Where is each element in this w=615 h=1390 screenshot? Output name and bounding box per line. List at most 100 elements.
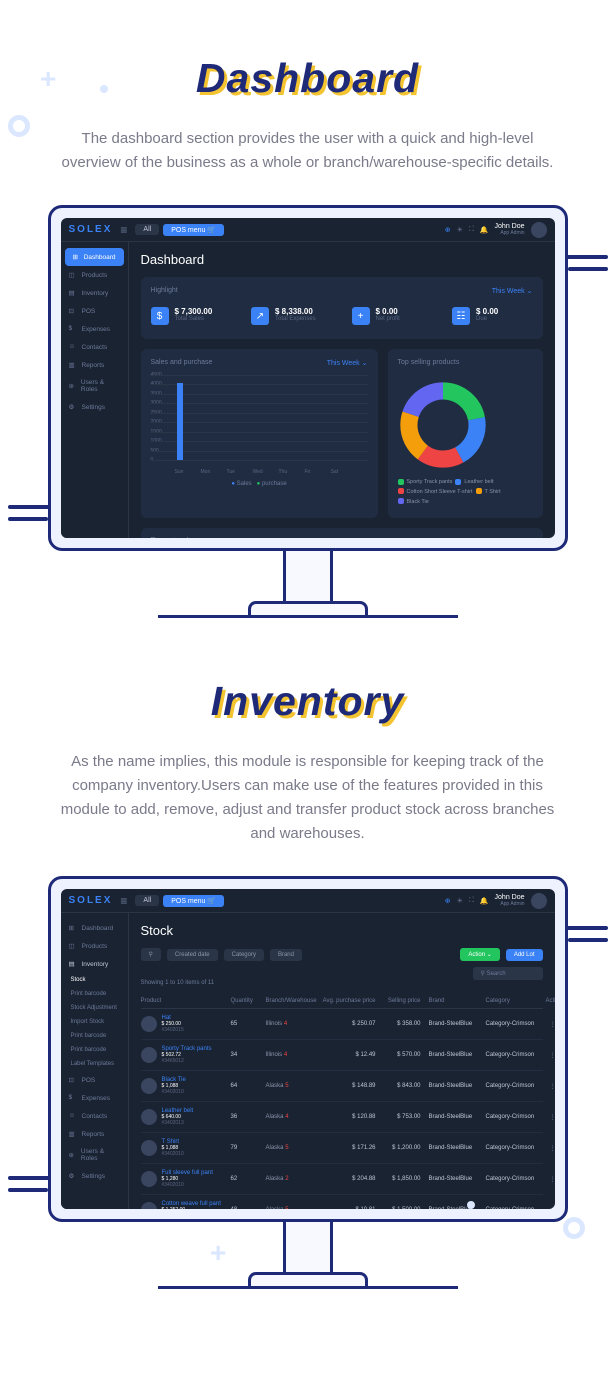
sidebar-item-contacts[interactable]: ☺Contacts — [61, 338, 128, 356]
table-row[interactable]: T Shirt$ 1,088#3402010 79 Alaska 5 $ 171… — [141, 1133, 543, 1164]
top-selling-card: Top selling products Sporty Track pants … — [388, 349, 543, 518]
filter-bar: ⚲ Created date Category Brand Action ⌄ A… — [141, 948, 543, 961]
row-actions-icon[interactable]: ⋮ — [546, 1052, 555, 1059]
inventory-main: Stock ⚲ Created date Category Brand Acti… — [129, 913, 555, 1209]
dollar-icon: $ — [151, 307, 169, 325]
sub-item-stock[interactable]: Stock — [65, 973, 128, 987]
menu-icon[interactable]: ≡ — [120, 223, 127, 237]
list-icon: ☷ — [452, 307, 470, 325]
stock-table: Product Quantity Branch/Warehouse Avg. p… — [141, 994, 543, 1209]
filter-brand[interactable]: Brand — [270, 949, 302, 961]
sidebar-item-contacts[interactable]: ☺Contacts — [61, 1107, 128, 1125]
sidebar-item-inventory[interactable]: ▤Inventory — [61, 955, 128, 973]
showing-text: Showing 1 to 10 items of 11 — [141, 980, 543, 986]
avatar[interactable] — [531, 222, 547, 238]
user-role: App Admin — [495, 230, 525, 236]
dashboard-screen: SOLEX ≡ All POS menu 🛒 ⊕ ☀ ⛶ 🔔 John Doe … — [61, 218, 555, 538]
sidebar-item-dashboard[interactable]: ⊞Dashboard — [61, 919, 128, 937]
user-role: App Admin — [495, 901, 525, 907]
all-filter-button[interactable]: All — [135, 895, 159, 906]
row-actions-icon[interactable]: ⋮ — [546, 1207, 555, 1210]
sub-item-print-barcode-3[interactable]: Print barcode — [65, 1043, 128, 1057]
pos-menu-button[interactable]: POS menu 🛒 — [163, 224, 224, 236]
user-name: John Doe — [495, 223, 525, 230]
section-title-dashboard: Dashboard — [0, 55, 615, 102]
donut-chart — [398, 380, 488, 470]
sidebar-item-expenses[interactable]: $Expenses — [61, 1089, 128, 1107]
sidebar-item-reports[interactable]: ▥Reports — [61, 1125, 128, 1143]
globe-icon[interactable]: ⊕ — [445, 226, 451, 234]
sidebar-item-settings[interactable]: ⚙Settings — [61, 398, 128, 416]
app-logo: SOLEX — [69, 895, 113, 906]
row-actions-icon[interactable]: ⋮ — [546, 1176, 555, 1183]
row-actions-icon[interactable]: ⋮ — [546, 1114, 555, 1121]
sidebar-item-expenses[interactable]: $Expenses — [61, 320, 128, 338]
filter-created-date[interactable]: Created date — [167, 949, 218, 961]
action-button[interactable]: Action ⌄ — [460, 948, 499, 961]
stat-total-sales: $$ 7,300.00Total Sales — [151, 307, 232, 325]
sidebar-item-reports[interactable]: ▥Reports — [61, 356, 128, 374]
section-title-inventory: Inventory — [0, 678, 615, 725]
section-desc-dashboard: The dashboard section provides the user … — [0, 127, 615, 175]
row-actions-icon[interactable]: ⋮ — [546, 1083, 555, 1090]
chart-title: Sales and purchase — [151, 359, 213, 367]
table-row[interactable]: Full sleeve full pant$ 1,280#3402010 62 … — [141, 1164, 543, 1195]
sidebar-item-settings[interactable]: ⚙Settings — [61, 1167, 128, 1185]
sidebar: ⊞Dashboard ◫Products ▤Inventory ⊡POS $Ex… — [61, 242, 129, 538]
sub-item-stock-adjustment[interactable]: Stock Adjustment — [65, 1001, 128, 1015]
table-row[interactable]: Hat$ 250.00#3402015 65 Illinois 4 $ 250.… — [141, 1009, 543, 1040]
bar-legend: ● Sales ● purchase — [151, 481, 368, 487]
filter-icon-button[interactable]: ⚲ — [141, 948, 161, 961]
row-actions-icon[interactable]: ⋮ — [546, 1145, 555, 1152]
table-row[interactable]: Black Tie$ 1,088#3402010 64 Alaska 5 $ 1… — [141, 1071, 543, 1102]
expand-icon[interactable]: ⛶ — [469, 897, 474, 905]
sub-item-print-barcode-2[interactable]: Print barcode — [65, 1029, 128, 1043]
sidebar-item-users[interactable]: ⊛Users & Roles — [61, 374, 128, 398]
sidebar-item-inventory[interactable]: ▤Inventory — [61, 284, 128, 302]
page-title: Dashboard — [141, 252, 543, 267]
pos-menu-button[interactable]: POS menu 🛒 — [163, 895, 224, 907]
search-input[interactable]: ⚲ Search — [473, 967, 543, 980]
add-lot-button[interactable]: Add Lot — [506, 949, 543, 961]
inventory-screen: SOLEX ≡ All POS menu 🛒 ⊕ ☀ ⛶ 🔔 John Doe … — [61, 889, 555, 1209]
filter-category[interactable]: Category — [224, 949, 264, 961]
sub-item-print-barcode[interactable]: Print barcode — [65, 987, 128, 1001]
table-row[interactable]: Leather belt$ 640.00#3402013 36 Alaska 4… — [141, 1102, 543, 1133]
bell-icon[interactable]: 🔔 — [480, 897, 489, 905]
sidebar-item-products[interactable]: ◫Products — [61, 937, 128, 955]
highlight-card: Highlight This Week ⌄ $$ 7,300.00Total Sa… — [141, 277, 543, 339]
globe-icon[interactable]: ⊕ — [445, 897, 451, 905]
dashboard-main: Dashboard Highlight This Week ⌄ $$ 7,300.… — [129, 242, 555, 538]
sidebar-item-products[interactable]: ◫Products — [61, 266, 128, 284]
avatar[interactable] — [531, 893, 547, 909]
sidebar: ⊞Dashboard ◫Products ▤Inventory Stock Pr… — [61, 913, 129, 1209]
pie-title: Top selling products — [398, 359, 460, 366]
sun-icon[interactable]: ☀ — [457, 226, 463, 234]
trend-icon: ↗ — [251, 307, 269, 325]
sidebar-item-pos[interactable]: ⊡POS — [61, 302, 128, 320]
sidebar-item-dashboard[interactable]: ⊞Dashboard — [65, 248, 124, 266]
app-logo: SOLEX — [69, 224, 113, 235]
table-row[interactable]: Cotton weave full pant$ 1,252.00#3402014… — [141, 1195, 543, 1209]
sub-item-label-templates[interactable]: Label Templates — [65, 1057, 128, 1071]
stat-net-profit: +$ 0.00Net profit — [352, 307, 433, 325]
all-filter-button[interactable]: All — [135, 224, 159, 235]
product-image — [141, 1140, 157, 1156]
sun-icon[interactable]: ☀ — [457, 897, 463, 905]
bell-icon[interactable]: 🔔 — [480, 226, 489, 234]
product-image — [141, 1047, 157, 1063]
sidebar-item-pos[interactable]: ⊡POS — [61, 1071, 128, 1089]
period-selector[interactable]: This Week ⌄ — [492, 287, 533, 295]
pie-legend: Sporty Track pants Leather belt Cotton S… — [398, 478, 533, 508]
recent-sales-card: Recent salesView all invoice — [141, 528, 543, 538]
sub-item-import-stock[interactable]: Import Stock — [65, 1015, 128, 1029]
table-row[interactable]: Sporty Track pants$ 502.72#3465012 34 Il… — [141, 1040, 543, 1071]
menu-icon[interactable]: ≡ — [120, 894, 127, 908]
section-desc-inventory: As the name implies, this module is resp… — [0, 750, 615, 846]
plus-icon: + — [352, 307, 370, 325]
sidebar-item-users[interactable]: ⊛Users & Roles — [61, 1143, 128, 1167]
row-actions-icon[interactable]: ⋮ — [546, 1021, 555, 1028]
expand-icon[interactable]: ⛶ — [469, 226, 474, 234]
highlight-label: Highlight — [151, 287, 178, 295]
chart-period-selector[interactable]: This Week ⌄ — [327, 359, 368, 367]
